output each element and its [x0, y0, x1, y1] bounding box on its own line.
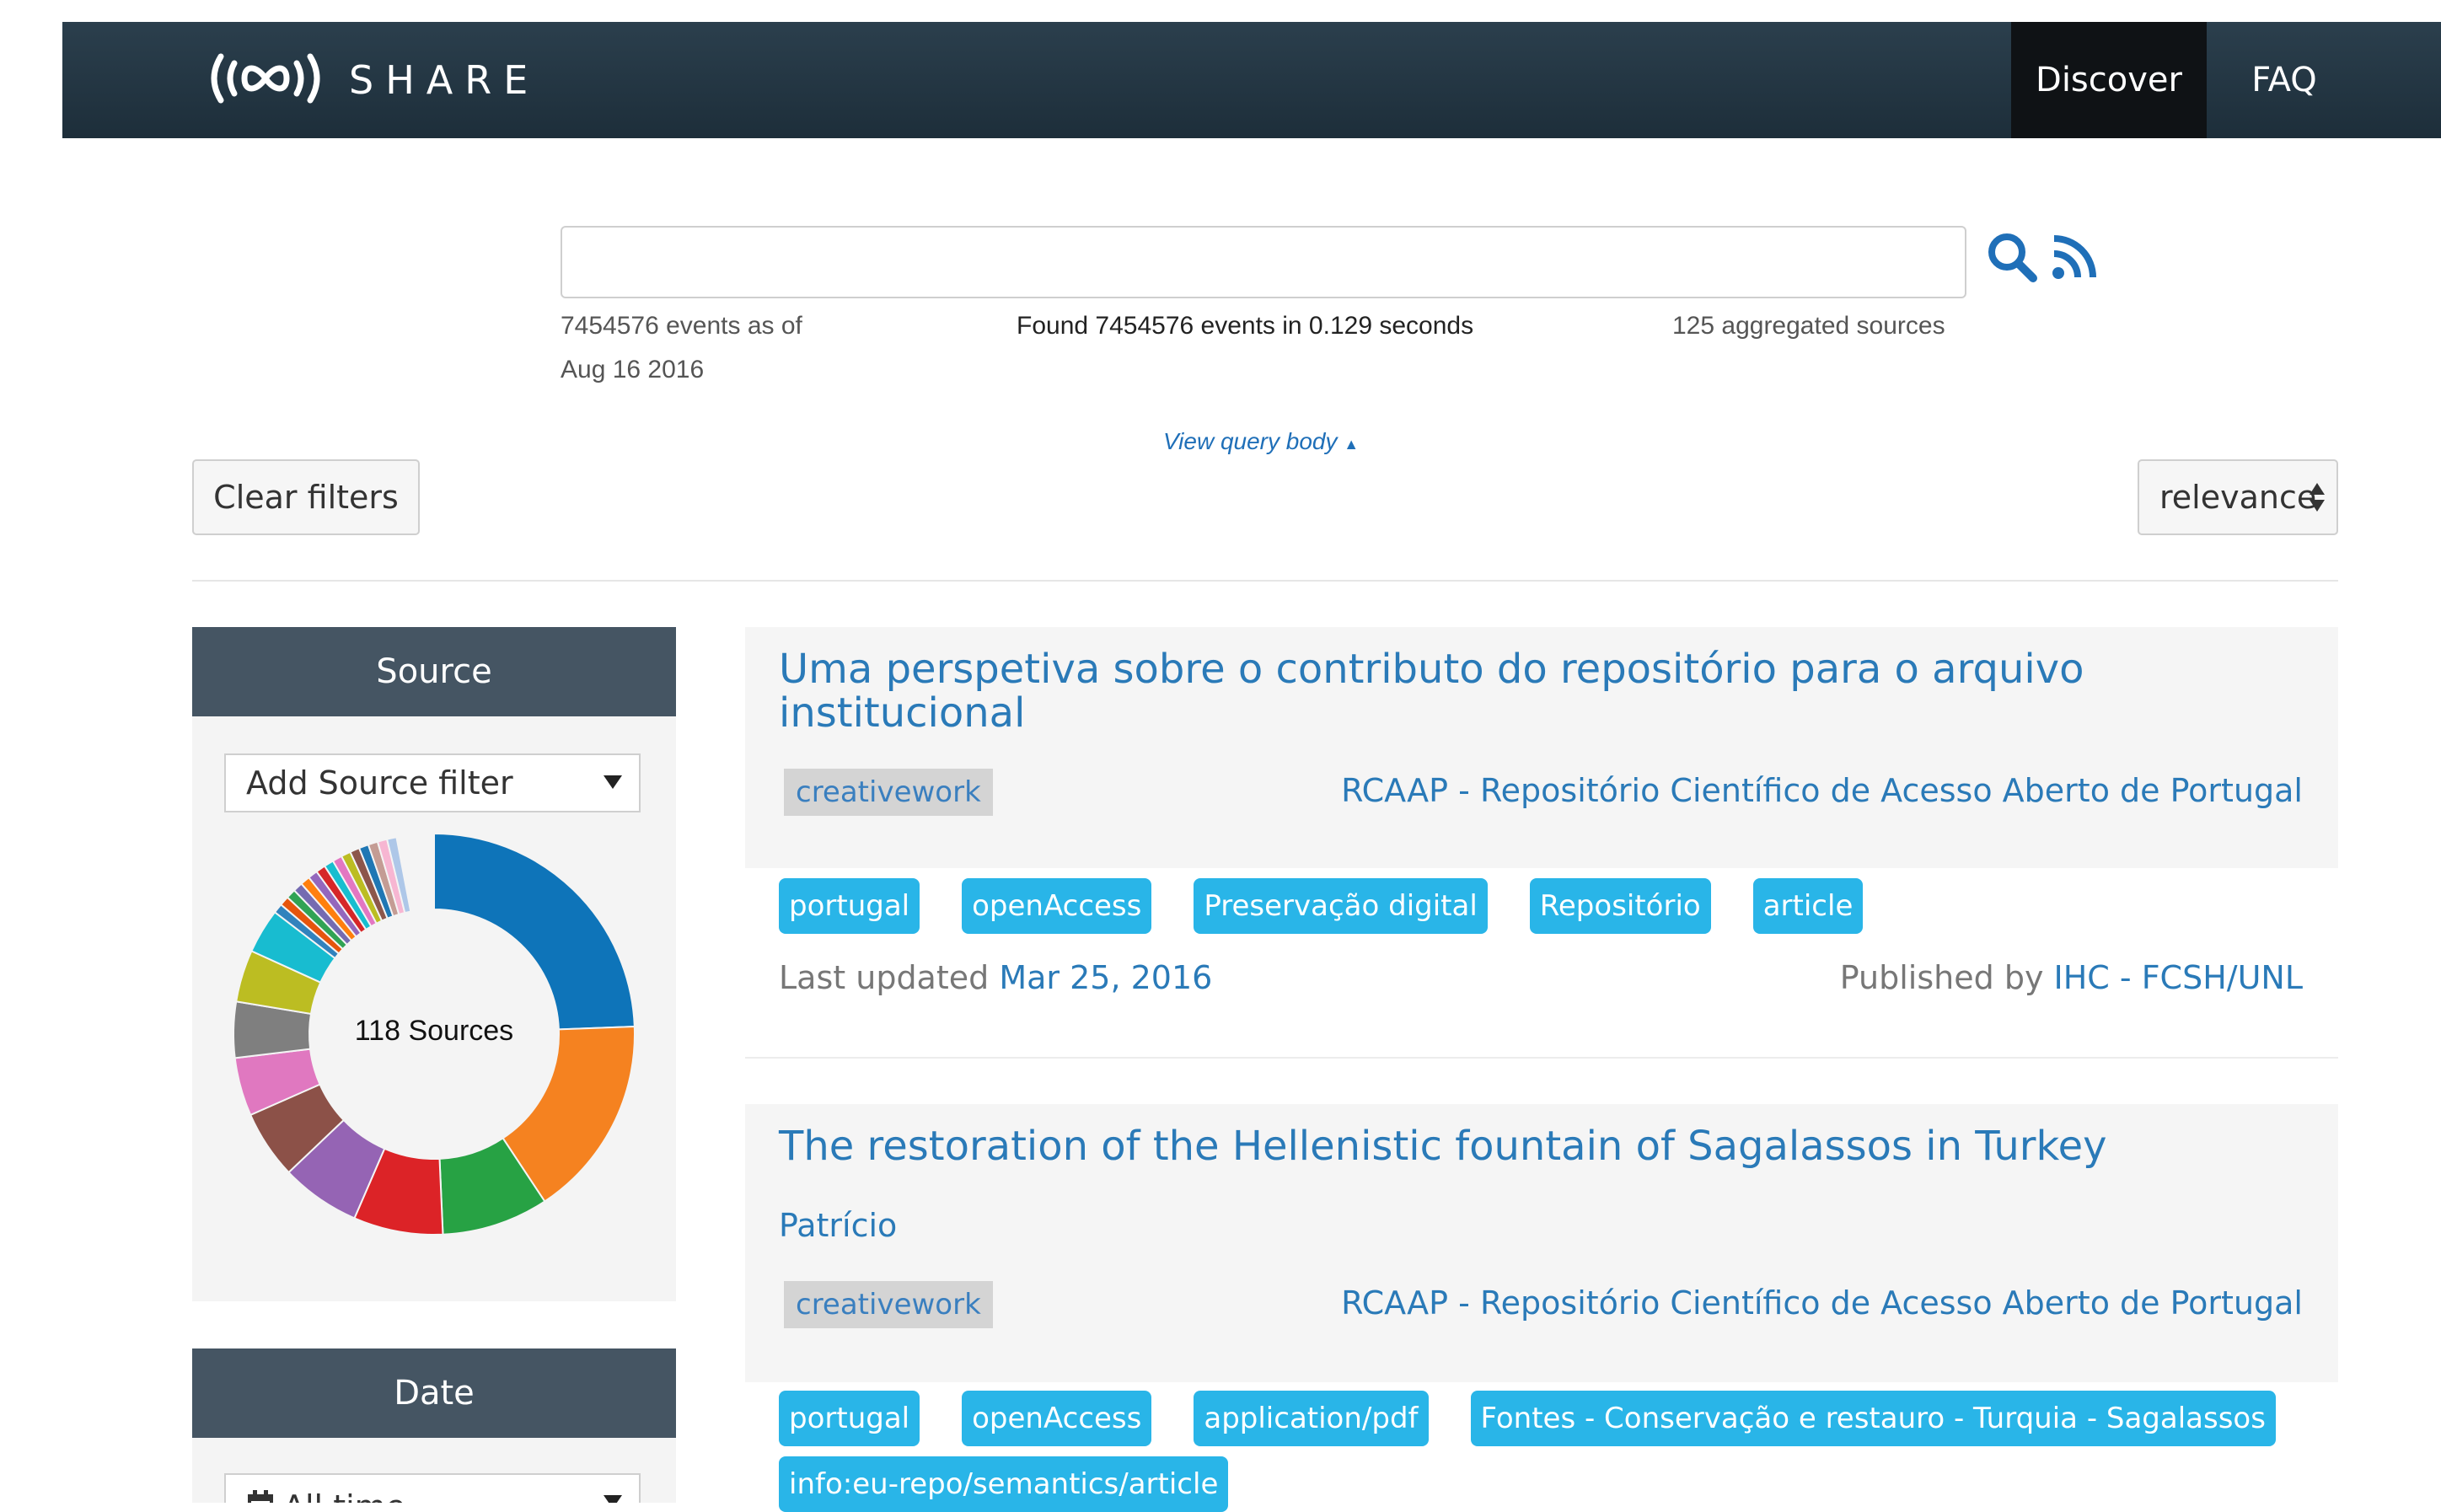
rss-icon: [2051, 233, 2098, 285]
tag[interactable]: application/pdf: [1194, 1391, 1429, 1446]
date-panel-heading: Date: [192, 1348, 676, 1438]
source-panel-heading: Source: [192, 627, 676, 716]
result-divider: [745, 1057, 2338, 1059]
nav-faq[interactable]: FAQ: [2235, 22, 2333, 138]
divider: [192, 580, 2338, 582]
tag[interactable]: openAccess: [962, 878, 1152, 934]
source-panel: Source Add Source filter 118 Sources: [192, 627, 676, 1301]
events-as-of-date: Aug 16 2016: [561, 356, 705, 383]
chevron-down-icon: [604, 1495, 622, 1503]
aggregated-sources: 125 aggregated sources: [1672, 312, 1945, 340]
result-provider[interactable]: RCAAP - Repositório Científico de Acesso…: [1341, 1284, 2303, 1322]
last-updated-label: Last updated: [779, 959, 1000, 996]
found-count: Found 7454576 events in 0.129 seconds: [1017, 312, 1474, 340]
publisher-link[interactable]: IHC - FCSH/UNL: [2054, 959, 2303, 996]
date-range-label: All time: [283, 1488, 405, 1503]
view-query-body-link[interactable]: View query body ▲: [1163, 428, 1359, 455]
search-button[interactable]: [1982, 229, 2041, 288]
tag[interactable]: info:eu-repo/semantics/article: [779, 1456, 1229, 1512]
date-panel: Date All time: [192, 1348, 676, 1503]
search-icon: [1986, 231, 2038, 287]
top-navbar: SHARE Discover FAQ: [62, 22, 2441, 138]
clear-filters-button[interactable]: Clear filters: [192, 459, 420, 535]
add-source-filter-select[interactable]: Add Source filter: [224, 753, 641, 812]
result-provider[interactable]: RCAAP - Repositório Científico de Acesso…: [1341, 772, 2303, 809]
published-by: Published by IHC - FCSH/UNL: [1840, 959, 2303, 996]
caret-up-icon: ▲: [1344, 436, 1360, 453]
tag[interactable]: openAccess: [962, 1391, 1152, 1446]
result-type-badge: creativework: [784, 769, 993, 816]
sort-arrows-icon: [2308, 478, 2326, 524]
events-as-of-line1: 7454576 events as of: [561, 312, 802, 340]
tag[interactable]: portugal: [779, 1391, 920, 1446]
date-range-select[interactable]: All time: [224, 1473, 641, 1503]
calendar-icon: [246, 1488, 275, 1503]
donut-slice[interactable]: [433, 832, 636, 1031]
search-input[interactable]: [561, 226, 1966, 298]
result-title[interactable]: Uma perspetiva sobre o contributo do rep…: [779, 647, 2262, 735]
donut-center-label: 118 Sources: [354, 1015, 514, 1047]
tag[interactable]: article: [1752, 878, 1864, 934]
result-tags: portugal openAccess Preservação digital …: [779, 878, 2338, 934]
tag[interactable]: Fontes - Conservação e restauro - Turqui…: [1470, 1391, 2276, 1446]
nav-discover[interactable]: Discover: [2011, 22, 2207, 138]
tag[interactable]: portugal: [779, 878, 920, 934]
tag[interactable]: Preservação digital: [1194, 878, 1488, 934]
chevron-down-icon: [604, 775, 622, 789]
result-title[interactable]: The restoration of the Hellenistic fount…: [779, 1124, 2262, 1168]
result-author[interactable]: Patrício: [779, 1207, 897, 1244]
share-logo[interactable]: SHARE: [202, 42, 539, 118]
tag[interactable]: Repositório: [1529, 878, 1711, 934]
result-type-badge: creativework: [784, 1281, 993, 1328]
last-updated: Last updated Mar 25, 2016: [779, 959, 1212, 996]
result-tags: portugal openAccess application/pdf Font…: [779, 1391, 2338, 1512]
sort-value: relevance: [2159, 479, 2317, 516]
brand-name: SHARE: [349, 57, 540, 103]
rss-button[interactable]: [2045, 229, 2104, 288]
add-source-filter-label: Add Source filter: [246, 764, 513, 802]
published-by-label: Published by: [1839, 959, 2054, 996]
last-updated-date[interactable]: Mar 25, 2016: [999, 959, 1212, 996]
sort-select[interactable]: relevance: [2138, 459, 2338, 535]
view-query-body-label: View query body: [1163, 428, 1338, 454]
share-logo-icon: [202, 45, 329, 116]
